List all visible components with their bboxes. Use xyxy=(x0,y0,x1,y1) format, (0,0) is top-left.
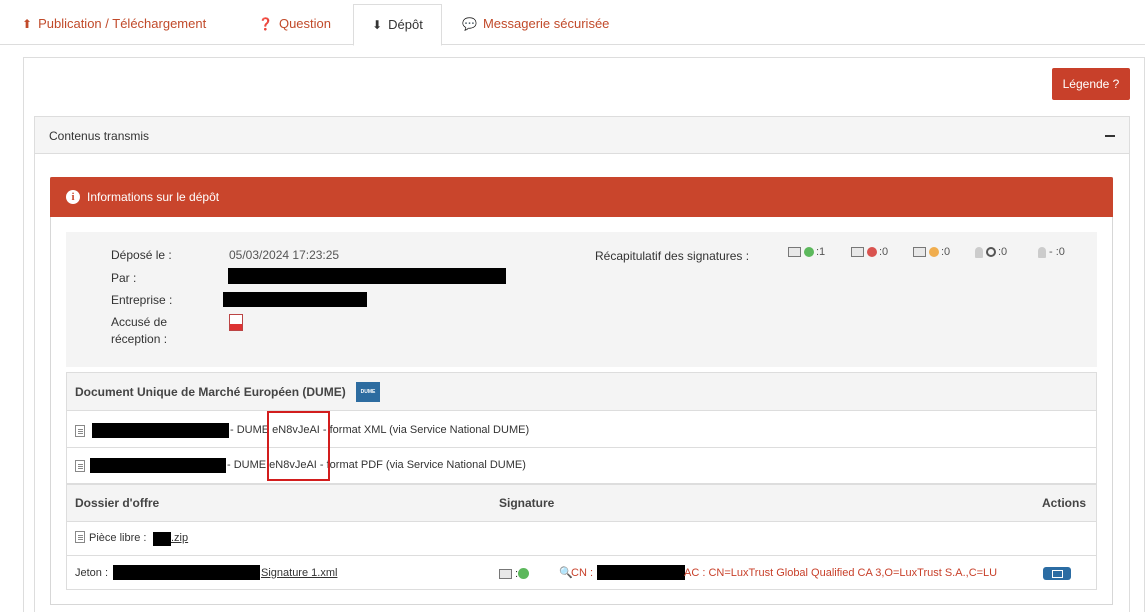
file-icon xyxy=(75,460,85,472)
redacted-jeton xyxy=(113,565,260,580)
depose-label: Déposé le : xyxy=(111,248,172,262)
medal-icon xyxy=(975,246,983,258)
col-signature: Signature xyxy=(499,496,555,510)
dume-title: Document Unique de Marché Européen (DUME… xyxy=(75,385,346,399)
recap-none: :0 xyxy=(975,246,1007,258)
cn-details: AC : CN=LuxTrust Global Qualified CA 3,O… xyxy=(684,567,998,579)
redacted-filename xyxy=(92,423,229,438)
depose-value: 05/03/2024 17:23:25 xyxy=(229,248,340,262)
piece-label: Pièce libre : xyxy=(89,532,147,544)
upload-icon: ⬆ xyxy=(22,17,33,31)
col-actions: Actions xyxy=(1042,496,1087,510)
recap-invalid: :0 xyxy=(851,246,888,258)
cn-prefix: CN : xyxy=(571,567,593,579)
entreprise-label: Entreprise : xyxy=(111,293,173,307)
monitor-icon xyxy=(851,247,864,258)
check-circle-icon xyxy=(518,568,530,580)
signature-status: : xyxy=(499,566,530,580)
col-dossier: Dossier d'offre xyxy=(75,496,160,510)
check-circle-icon xyxy=(804,247,814,258)
recap-label: Récapitulatif des signatures : xyxy=(595,249,750,263)
divider xyxy=(67,447,1096,448)
accuse-label-line2: réception : xyxy=(111,332,168,346)
recap-invalid-count: :0 xyxy=(879,246,889,258)
file-icon xyxy=(75,531,85,543)
divider xyxy=(67,521,1096,522)
info-header: i Informations sur le dépôt xyxy=(50,177,1113,217)
contenus-header[interactable]: Contenus transmis xyxy=(34,116,1130,154)
medal-icon xyxy=(1038,246,1046,258)
file-icon xyxy=(75,425,85,437)
legende-button[interactable]: Légende ? xyxy=(1052,68,1130,100)
tab-publication-label: Publication / Téléchargement xyxy=(38,16,207,31)
recap-valid-count: :1 xyxy=(816,246,826,258)
redacted-entreprise xyxy=(223,292,367,307)
tab-question-label: Question xyxy=(278,16,331,31)
redacted-piece xyxy=(153,532,171,546)
contenus-title: Contenus transmis xyxy=(49,129,150,143)
dossier-header-bg xyxy=(67,485,1096,521)
warning-circle-icon xyxy=(929,247,939,258)
recap-unknown: - :0 xyxy=(1038,246,1065,258)
recap-none-count: :0 xyxy=(998,246,1008,258)
download-icon: ⬇ xyxy=(372,18,383,32)
recap-valid: :1 xyxy=(788,246,825,258)
piece-link[interactable]: .zip xyxy=(171,532,188,544)
jeton-label: Jeton : xyxy=(75,567,109,579)
tab-bar: ⬆ Publication / Téléchargement ❓ Question … xyxy=(0,0,1145,46)
monitor-icon xyxy=(913,247,926,258)
recap-warning: :0 xyxy=(913,246,950,258)
monitor-icon xyxy=(788,247,801,258)
redacted-filename xyxy=(90,458,226,473)
tab-depot-label: Dépôt xyxy=(388,17,423,32)
divider xyxy=(67,555,1096,556)
dume-logo: DUME xyxy=(356,382,380,402)
monitor-icon xyxy=(499,568,512,579)
tab-messagerie[interactable]: 💬 Messagerie sécurisée xyxy=(462,4,609,45)
tab-question[interactable]: ❓ Question xyxy=(258,4,331,45)
recap-unknown-count: - :0 xyxy=(1049,246,1065,258)
tab-messagerie-label: Messagerie sécurisée xyxy=(482,16,610,31)
highlight-box xyxy=(267,411,330,481)
question-circle-icon: ❓ xyxy=(258,17,273,31)
view-signature-button[interactable] xyxy=(1043,567,1071,580)
info-icon: i xyxy=(66,190,80,204)
collapse-icon[interactable] xyxy=(1105,135,1115,137)
pdf-icon[interactable] xyxy=(229,314,243,331)
tab-publication[interactable]: ⬆ Publication / Téléchargement xyxy=(22,4,206,45)
divider xyxy=(67,410,1096,411)
jeton-link[interactable]: Signature 1.xml xyxy=(261,567,337,579)
accuse-label-line1: Accusé de xyxy=(111,315,168,329)
info-title: Informations sur le dépôt xyxy=(87,190,220,204)
par-label: Par : xyxy=(111,271,137,285)
tab-depot[interactable]: ⬇ Dépôt xyxy=(353,4,442,46)
recap-warning-count: :0 xyxy=(941,246,951,258)
redacted-cn xyxy=(597,565,685,580)
redacted-par xyxy=(228,268,506,284)
x-circle-icon xyxy=(867,247,877,258)
chat-bubbles-icon: 💬 xyxy=(462,17,477,31)
ban-icon xyxy=(986,247,996,258)
